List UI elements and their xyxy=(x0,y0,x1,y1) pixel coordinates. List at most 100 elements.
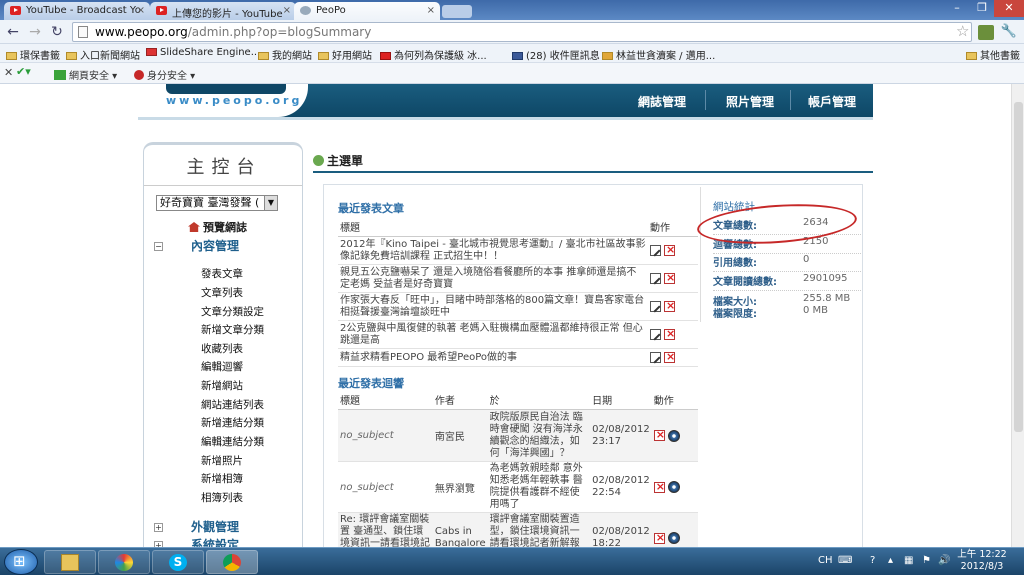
extension-icon[interactable] xyxy=(978,25,994,40)
address-bar[interactable]: www.peopo.org/admin.php?op=blogSummary xyxy=(72,22,972,42)
keyboard-icon[interactable]: ⌨ xyxy=(838,555,852,566)
tray-expand-icon[interactable]: ▴ xyxy=(888,555,893,566)
page-scrollbar[interactable] xyxy=(1011,84,1024,547)
post-title-link[interactable]: 2公克鹽與中風復健的執著 老媽入駐機構血壓體溫都維持很正常 但心跳還是高 xyxy=(338,320,648,349)
sidebar-item-post-article[interactable]: 發表文章 xyxy=(201,266,243,281)
nav-photo-manage[interactable]: 照片管理 xyxy=(726,93,774,110)
taskbar-clock[interactable]: 上午 12:22 2012/8/3 xyxy=(956,549,1008,573)
comment-post[interactable]: 為老媽敦親睦鄰 意外知悉老媽年輕軼事 醫院提供看護群不經使用嗎了 xyxy=(487,461,591,513)
comment-post[interactable]: 環評會議室關裝置造型，鎖住環境資訊一請看環境記者新解報導 xyxy=(487,512,591,547)
expand-icon[interactable]: + xyxy=(154,523,163,532)
close-icon[interactable]: × xyxy=(137,5,145,16)
section-appearance[interactable]: + 外觀管理 xyxy=(154,518,239,535)
nav-blog-manage[interactable]: 網誌管理 xyxy=(638,93,686,110)
forward-arrow-icon[interactable]: → xyxy=(26,23,44,41)
sidebar-item-album-list[interactable]: 相簿列表 xyxy=(201,490,243,505)
post-title-link[interactable]: 親見五公克鹽嚇呆了 還是入境隨俗看餐廳所的本事 推拿師還是搞不定老媽 受益者是好… xyxy=(338,264,648,293)
preview-blog-link[interactable]: 預覽網誌 xyxy=(188,219,247,235)
bookmark-item[interactable]: 環保書籤 xyxy=(6,47,60,62)
delete-icon[interactable] xyxy=(653,531,665,544)
close-icon[interactable]: × xyxy=(427,5,435,16)
nav-divider xyxy=(790,90,791,110)
bookmark-item-other[interactable]: 其他書籤 xyxy=(966,47,1020,62)
tab-youtube-upload[interactable]: 上傳您的影片 - YouTube × xyxy=(150,2,296,20)
comment-title[interactable]: Re: 環評會議室關裝置 臺通型、鎖住環境資訊一請看環境記者新解報導 xyxy=(338,512,433,547)
view-icon[interactable] xyxy=(667,532,680,544)
view-icon[interactable] xyxy=(667,481,680,493)
ext-web-safety[interactable]: 網頁安全 ▾ xyxy=(54,67,117,82)
post-title-link[interactable]: 2012年『Kino Taipei - 臺北城市視覺思考運動』/ 臺北市社區故事… xyxy=(338,236,648,265)
sidebar-item-add-album[interactable]: 新增相簿 xyxy=(201,471,243,486)
comment-title[interactable]: no_subject xyxy=(338,461,433,513)
tab-peopo[interactable]: PeoPo × xyxy=(294,2,440,20)
collapse-icon[interactable]: − xyxy=(154,242,163,251)
logo-graphic xyxy=(166,84,286,94)
close-icon[interactable]: ✕ xyxy=(4,66,13,79)
sidebar-item-category-settings[interactable]: 文章分類設定 xyxy=(201,304,264,319)
view-icon[interactable] xyxy=(667,429,680,442)
sidebar-item-article-list[interactable]: 文章列表 xyxy=(201,285,243,300)
window-close-button[interactable]: ✕ xyxy=(994,0,1024,17)
edit-icon[interactable] xyxy=(650,272,661,284)
sidebar-item-edit-comments[interactable]: 編輯迴響 xyxy=(201,359,243,374)
close-icon[interactable]: × xyxy=(283,5,291,16)
delete-icon[interactable] xyxy=(653,480,665,493)
page-title: 主選單 xyxy=(313,152,363,169)
bookmark-item[interactable]: SlideShare Engine... xyxy=(146,47,260,58)
scrollbar-thumb[interactable] xyxy=(1014,102,1023,432)
edit-icon[interactable] xyxy=(650,300,661,312)
delete-icon[interactable] xyxy=(664,350,675,363)
network-icon[interactable]: ▦ xyxy=(904,555,913,566)
bookmark-item[interactable]: 林益世貪瀆案 / 邁用... xyxy=(602,47,715,62)
ext-identity-safety[interactable]: 身分安全 ▾ xyxy=(134,67,195,82)
delete-icon[interactable] xyxy=(664,327,675,340)
check-icon[interactable]: ✔▾ xyxy=(16,65,31,78)
bookmark-item[interactable]: 入口新聞網站 xyxy=(66,47,140,62)
sidebar-item-add-site[interactable]: 新增網站 xyxy=(201,378,243,393)
volume-icon[interactable]: 🔊 xyxy=(938,555,950,566)
edit-icon[interactable] xyxy=(650,328,661,340)
minimize-button[interactable]: – xyxy=(944,0,970,17)
taskbar-explorer[interactable] xyxy=(44,550,96,574)
sidebar-item-edit-link-category[interactable]: 編輯連結分類 xyxy=(201,434,264,449)
section-content-manage[interactable]: − 內容管理 xyxy=(154,237,239,254)
folder-icon xyxy=(6,52,17,60)
bookmark-item[interactable]: 我的網站 xyxy=(258,47,312,62)
help-icon[interactable]: ? xyxy=(870,555,875,566)
back-arrow-icon[interactable]: ← xyxy=(4,23,22,41)
taskbar-chrome[interactable] xyxy=(206,550,258,574)
sidebar-item-favorites[interactable]: 收藏列表 xyxy=(201,341,243,356)
language-indicator[interactable]: CH xyxy=(818,555,833,566)
delete-icon[interactable] xyxy=(664,299,675,312)
edit-icon[interactable] xyxy=(650,351,661,363)
bookmark-star-icon[interactable]: ☆ xyxy=(956,22,969,40)
reload-icon[interactable]: ↻ xyxy=(48,23,66,41)
post-title-link[interactable]: 作家張大春反「旺中」，目睹中時部落格的800篇文章！寶島客家電台相挺聲援臺灣論壇… xyxy=(338,292,648,321)
sidebar-item-add-photo[interactable]: 新增照片 xyxy=(201,453,243,468)
post-title-link[interactable]: 精益求精看PEOPO 最希望PeoPo做的事 xyxy=(338,348,648,367)
maximize-button[interactable]: ❐ xyxy=(970,0,994,17)
site-logo[interactable]: www.peopo.org xyxy=(166,94,302,107)
new-tab-button[interactable] xyxy=(442,5,472,18)
taskbar-paint[interactable] xyxy=(98,550,150,574)
section-system-settings[interactable]: + 系統設定 xyxy=(154,536,239,547)
sidebar-item-add-link-category[interactable]: 新增連結分類 xyxy=(201,415,264,430)
taskbar-skype[interactable]: S xyxy=(152,550,204,574)
delete-icon[interactable] xyxy=(664,243,675,256)
nav-account-manage[interactable]: 帳戶管理 xyxy=(808,93,856,110)
edit-icon[interactable] xyxy=(650,244,661,256)
delete-icon[interactable] xyxy=(664,271,675,284)
site-select[interactable]: 好奇寶寶 臺灣發聲 ( ▼ xyxy=(156,195,278,211)
bookmark-item[interactable]: 好用網站 xyxy=(318,47,372,62)
comment-title[interactable]: no_subject xyxy=(338,409,433,462)
wrench-icon[interactable]: 🔧 xyxy=(1000,23,1018,41)
bookmark-item[interactable]: 為何列為保護級 冰... xyxy=(380,47,487,62)
tab-youtube-broadcast[interactable]: YouTube - Broadcast Yo × xyxy=(4,2,150,20)
sidebar-item-add-category[interactable]: 新增文章分類 xyxy=(201,322,264,337)
comment-post[interactable]: 政院版原民自治法 臨時會硬闖 沒有海洋永續觀念的組織法，如何「海洋興國」？ xyxy=(487,409,591,462)
flag-icon[interactable]: ⚑ xyxy=(922,555,931,566)
sidebar-item-link-list[interactable]: 網站連結列表 xyxy=(201,397,264,412)
start-button[interactable] xyxy=(4,549,38,575)
delete-icon[interactable] xyxy=(653,428,665,441)
bookmark-item[interactable]: (28) 收件匣訊息 xyxy=(512,47,600,62)
